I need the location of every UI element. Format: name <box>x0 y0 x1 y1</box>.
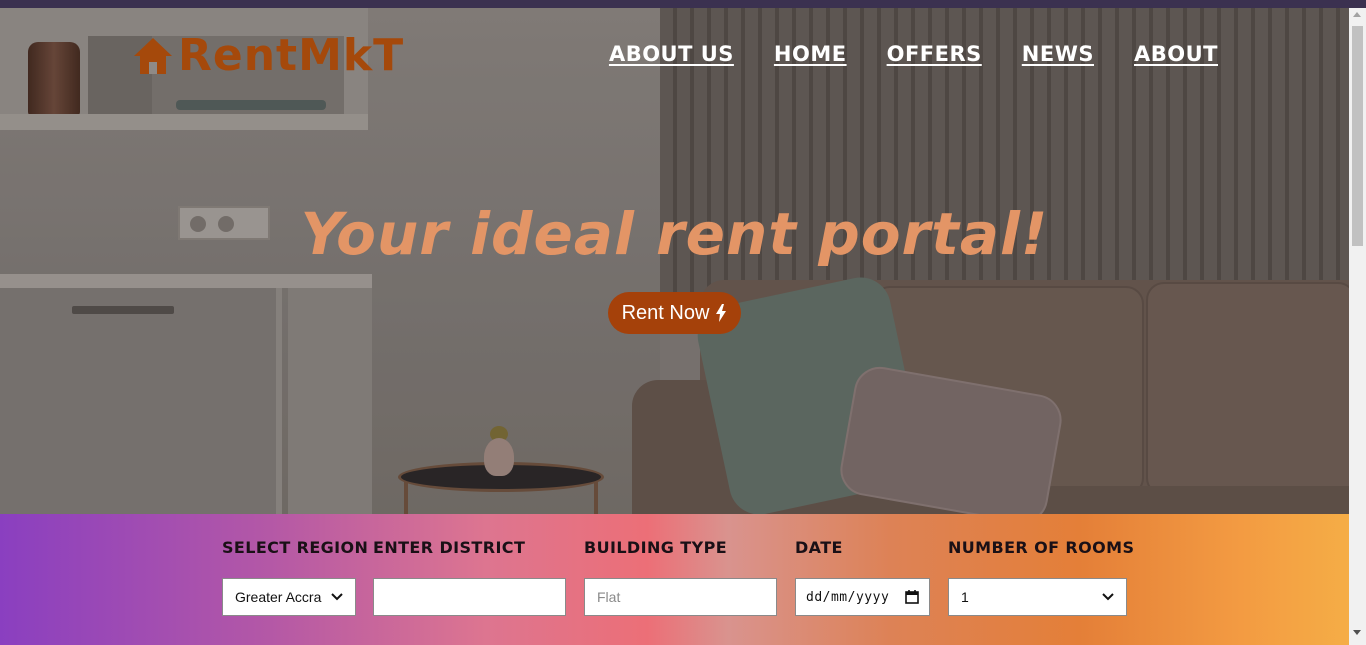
nav-news[interactable]: NEWS <box>1022 42 1094 66</box>
date-label: DATE <box>795 538 843 557</box>
lightning-bolt-icon <box>716 304 727 322</box>
nav-about-us[interactable]: ABOUT US <box>609 42 734 66</box>
chevron-down-icon <box>331 593 343 601</box>
brand-name: RentMkT <box>178 30 405 81</box>
building-label: BUILDING TYPE <box>584 538 728 557</box>
rooms-label: NUMBER OF ROOMS <box>948 538 1135 557</box>
region-select[interactable]: Greater Accra <box>222 578 356 616</box>
browser-top-strip <box>0 0 1366 8</box>
date-input[interactable]: dd/mm/yyyy <box>795 578 930 616</box>
nav-offers[interactable]: OFFERS <box>887 42 982 66</box>
nav-about[interactable]: ABOUT <box>1134 42 1218 66</box>
rooms-value: 1 <box>961 589 969 605</box>
brand-logo[interactable]: RentMkT <box>132 30 404 81</box>
house-icon <box>134 37 172 74</box>
building-input[interactable] <box>597 589 764 605</box>
hero-section: RentMkT ABOUT US HOME OFFERS NEWS ABOUT … <box>0 8 1349 514</box>
rent-now-label: Rent Now <box>621 301 710 324</box>
nav-home[interactable]: HOME <box>774 42 847 66</box>
date-placeholder: dd/mm/yyyy <box>806 589 890 605</box>
building-input-wrap <box>584 578 777 616</box>
region-value: Greater Accra <box>235 589 322 605</box>
scroll-thumb[interactable] <box>1352 26 1363 246</box>
rent-now-button[interactable]: Rent Now <box>608 292 741 334</box>
rooms-select[interactable]: 1 <box>948 578 1127 616</box>
page-scrollbar[interactable] <box>1349 8 1366 645</box>
scroll-down-arrow-icon[interactable] <box>1353 630 1361 635</box>
main-nav: ABOUT US HOME OFFERS NEWS ABOUT <box>609 42 1218 66</box>
chevron-down-icon <box>1102 593 1114 601</box>
region-label: SELECT REGION <box>222 538 369 557</box>
hero-headline: Your ideal rent portal! <box>300 200 1049 268</box>
calendar-icon[interactable] <box>905 590 919 604</box>
search-bar: SELECT REGION Greater Accra ENTER DISTRI… <box>0 514 1349 645</box>
scroll-up-arrow-icon[interactable] <box>1353 12 1361 17</box>
district-input-wrap <box>373 578 566 616</box>
district-input[interactable] <box>386 589 553 605</box>
district-label: ENTER DISTRICT <box>373 538 526 557</box>
